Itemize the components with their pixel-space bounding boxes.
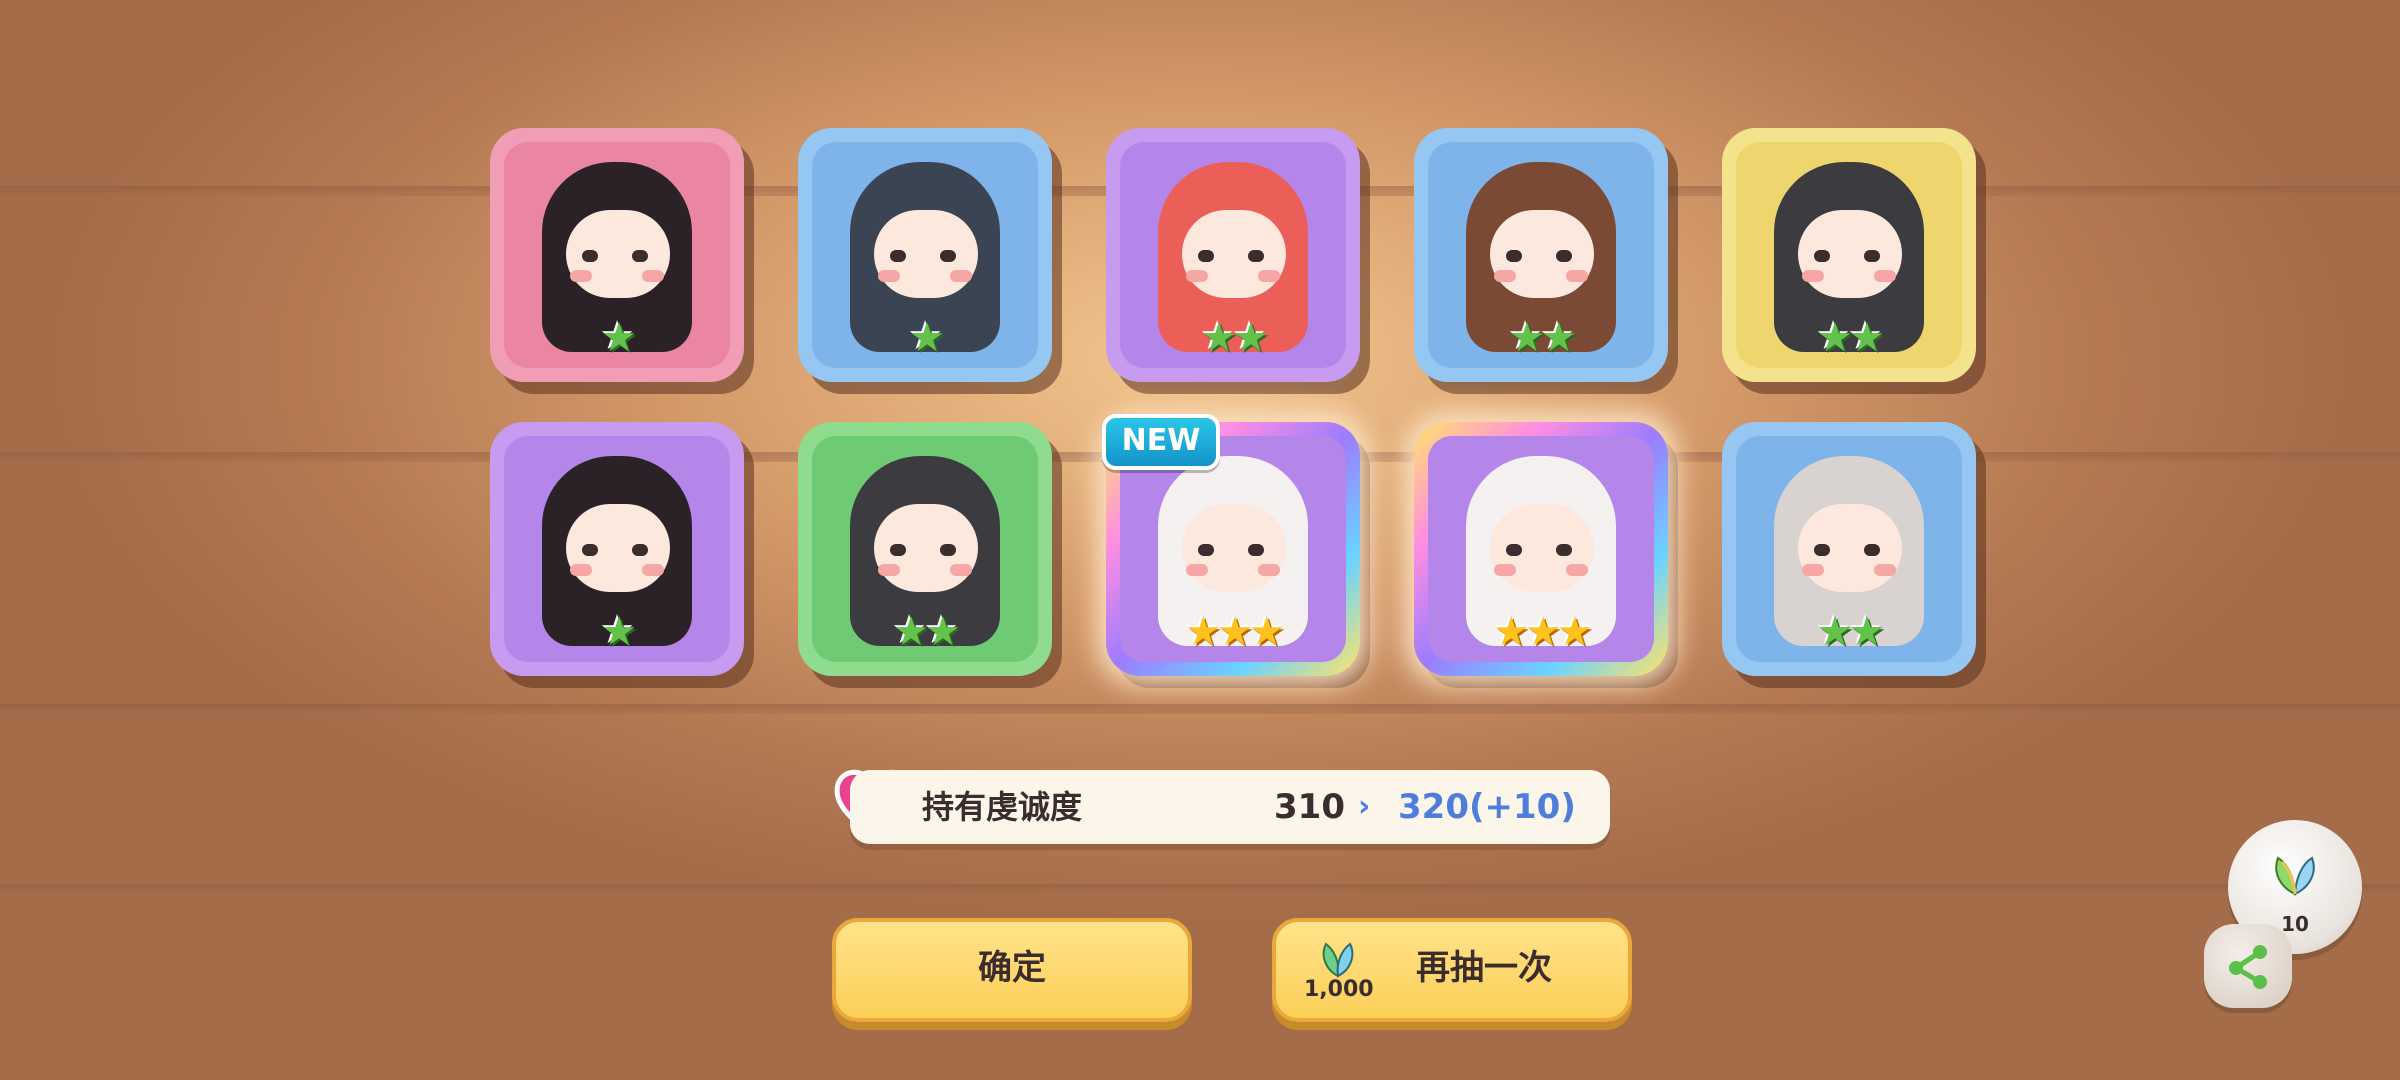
rarity-stars: ★★ — [1817, 315, 1885, 361]
draw-again-label: 再抽一次 — [1416, 948, 1552, 988]
character-blush — [1874, 270, 1896, 282]
character-portrait: ★★★ — [1428, 436, 1654, 662]
rarity-stars: ★★ — [893, 609, 961, 655]
rarity-stars: ★★★ — [1185, 609, 1285, 655]
character-eye — [1814, 544, 1830, 556]
character-blush — [1802, 270, 1824, 282]
character-portrait: ★★ — [1736, 142, 1962, 368]
character-eye — [582, 250, 598, 262]
arrow-right-icon: › — [1358, 789, 1371, 824]
character-eye — [1248, 544, 1264, 556]
character-eye — [940, 250, 956, 262]
character-blush — [1874, 564, 1896, 576]
character-blush — [1258, 564, 1280, 576]
character-portrait: ★★ — [1120, 142, 1346, 368]
character-eye — [890, 250, 906, 262]
character-eye — [1198, 544, 1214, 556]
character-portrait: ★ — [504, 142, 730, 368]
loyalty-new-value: 320(+10) — [1398, 787, 1576, 827]
wood-plank-line — [0, 884, 2400, 894]
character-card[interactable]: ★★ — [798, 422, 1052, 676]
character-eye — [1864, 250, 1880, 262]
character-card[interactable]: ★ — [490, 128, 744, 382]
character-card[interactable]: ★ — [490, 422, 744, 676]
character-portrait: ★★ — [812, 436, 1038, 662]
draw-cost: 1,000 — [1304, 977, 1374, 1002]
wood-plank-line — [0, 704, 2400, 714]
loyalty-bar: 持有虔诚度 310 › 320(+10) — [850, 770, 1610, 844]
character-card[interactable]: ★★ — [1722, 128, 1976, 382]
character-blush — [1186, 564, 1208, 576]
confirm-button[interactable]: 确定 — [832, 918, 1192, 1022]
character-eye — [1506, 250, 1522, 262]
character-blush — [950, 270, 972, 282]
character-eye — [1864, 544, 1880, 556]
character-card[interactable]: ★★ — [1106, 128, 1360, 382]
rarity-stars: ★★ — [1201, 315, 1269, 361]
character-eye — [890, 544, 906, 556]
loyalty-label: 持有虔诚度 — [922, 788, 1083, 826]
character-card[interactable]: ★★ — [1414, 128, 1668, 382]
character-eye — [1556, 544, 1572, 556]
character-blush — [1494, 564, 1516, 576]
character-eye — [632, 250, 648, 262]
character-eye — [1248, 250, 1264, 262]
character-eye — [1198, 250, 1214, 262]
character-blush — [570, 270, 592, 282]
character-blush — [878, 270, 900, 282]
character-blush — [1566, 564, 1588, 576]
character-blush — [950, 564, 972, 576]
new-badge: NEW — [1102, 414, 1220, 470]
loyalty-old-value: 310 — [1274, 787, 1345, 827]
leaf-currency-icon — [1322, 942, 1354, 978]
character-eye — [940, 544, 956, 556]
rarity-stars: ★★ — [1817, 609, 1885, 655]
character-eye — [1506, 544, 1522, 556]
character-eye — [1814, 250, 1830, 262]
character-portrait: ★ — [812, 142, 1038, 368]
character-blush — [878, 564, 900, 576]
character-card[interactable]: ★★ — [1722, 422, 1976, 676]
rarity-stars: ★★★ — [1493, 609, 1593, 655]
rarity-stars: ★ — [601, 315, 637, 361]
character-card[interactable]: ★★★ — [1414, 422, 1668, 676]
rarity-stars: ★ — [601, 609, 637, 655]
character-eye — [1556, 250, 1572, 262]
character-eye — [582, 544, 598, 556]
character-blush — [1566, 270, 1588, 282]
character-blush — [1802, 564, 1824, 576]
butterfly-leaf-icon — [2275, 856, 2315, 896]
character-blush — [1258, 270, 1280, 282]
character-blush — [570, 564, 592, 576]
draw-again-button[interactable]: 1,000 再抽一次 — [1272, 918, 1632, 1022]
character-portrait: ★ — [504, 436, 730, 662]
character-blush — [642, 564, 664, 576]
character-portrait: ★★ — [1428, 142, 1654, 368]
character-card[interactable]: ★ — [798, 128, 1052, 382]
character-blush — [1186, 270, 1208, 282]
rarity-stars: ★ — [909, 315, 945, 361]
share-icon — [2229, 945, 2267, 989]
rarity-stars: ★★ — [1509, 315, 1577, 361]
share-button[interactable] — [2204, 924, 2292, 1008]
character-blush — [1494, 270, 1516, 282]
character-blush — [642, 270, 664, 282]
character-portrait: ★★ — [1736, 436, 1962, 662]
character-eye — [632, 544, 648, 556]
